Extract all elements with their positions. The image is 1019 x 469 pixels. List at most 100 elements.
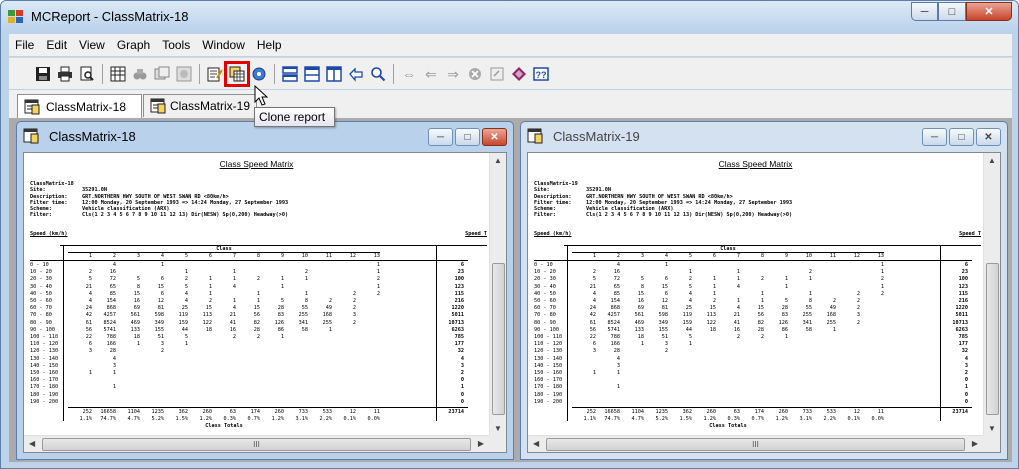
meta-key: Filter: bbox=[534, 212, 556, 219]
print-preview-icon[interactable] bbox=[77, 64, 97, 84]
scroll-right-icon[interactable]: ▶ bbox=[972, 439, 978, 448]
scroll-up-icon[interactable]: ▲ bbox=[494, 156, 502, 165]
speed-label: Speed (km/h) bbox=[534, 231, 572, 237]
menu-tools[interactable]: Tools bbox=[156, 38, 196, 52]
copy-icon[interactable] bbox=[152, 64, 172, 84]
find-icon[interactable] bbox=[130, 64, 150, 84]
matrix-cell: 5741 bbox=[607, 326, 621, 333]
scroll-thumb[interactable] bbox=[492, 263, 505, 415]
horizontal-scrollbar[interactable]: ◀ III ▶ bbox=[528, 435, 983, 452]
menu-file[interactable]: File bbox=[9, 38, 40, 52]
menu-help[interactable]: Help bbox=[251, 38, 288, 52]
matrix-cell: 4 bbox=[616, 262, 620, 268]
class-total: 260 bbox=[706, 409, 716, 415]
scroll-left-icon[interactable]: ◀ bbox=[533, 439, 539, 448]
stop-icon[interactable] bbox=[465, 64, 485, 84]
close-button[interactable]: ✕ bbox=[976, 128, 1001, 146]
horizontal-scrollbar[interactable]: ◀ III ▶ bbox=[24, 435, 489, 452]
matrix-cell: 341 bbox=[802, 319, 812, 326]
close-button[interactable]: ✕ bbox=[482, 128, 507, 146]
matrix-cell: 2 bbox=[832, 298, 836, 304]
matrix-cell: 8 bbox=[808, 298, 812, 304]
minimize-button[interactable]: ─ bbox=[911, 2, 938, 21]
double-arrow-icon[interactable]: ⇔ bbox=[399, 64, 419, 84]
speed-range: 0 - 10 bbox=[534, 262, 553, 268]
class-percent: 5.2% bbox=[655, 416, 669, 422]
menu-graph[interactable]: Graph bbox=[111, 38, 156, 52]
disabled-icon[interactable] bbox=[174, 64, 194, 84]
matrix-cell: 3 bbox=[616, 362, 620, 369]
meta-value: GRT.NORTHERN HWY SOUTH OF WEST SWAN RD <… bbox=[82, 193, 229, 200]
print-icon[interactable] bbox=[55, 64, 75, 84]
clone-report-icon[interactable] bbox=[224, 60, 250, 87]
columns-icon[interactable] bbox=[324, 64, 344, 84]
row-total: 0 bbox=[460, 377, 464, 384]
maximize-button[interactable]: □ bbox=[949, 128, 974, 146]
zoom-icon[interactable] bbox=[368, 64, 388, 84]
child-window-controls: ─ □ ✕ bbox=[920, 128, 1001, 146]
export-icon[interactable] bbox=[487, 64, 507, 84]
matrix-cell: 2 bbox=[856, 298, 860, 304]
resize-grip[interactable] bbox=[983, 435, 1000, 452]
class-total: 11 bbox=[877, 409, 884, 415]
app-window: MCReport - ClassMatrix-18 ─ □ ✕ File Edi… bbox=[0, 0, 1019, 469]
vertical-scrollbar[interactable]: ▲ ▼ bbox=[489, 153, 506, 435]
title-bar[interactable]: MCReport - ClassMatrix-18 ─ □ ✕ bbox=[1, 1, 1018, 33]
matrix-cell: 4257 bbox=[607, 312, 621, 319]
menu-window[interactable]: Window bbox=[196, 38, 251, 52]
matrix-cell: 6 bbox=[160, 276, 164, 283]
tile-vertical-icon[interactable] bbox=[302, 64, 322, 84]
toolbar-separator bbox=[393, 63, 394, 84]
scroll-left-icon[interactable]: ◀ bbox=[29, 439, 35, 448]
report-grid-icon[interactable] bbox=[108, 64, 128, 84]
matrix-cell: 5 bbox=[784, 298, 788, 304]
scroll-up-icon[interactable]: ▲ bbox=[988, 156, 996, 165]
matrix-cell: 1 bbox=[712, 283, 716, 290]
matrix-cell: 1 bbox=[160, 262, 164, 268]
properties-icon[interactable] bbox=[249, 64, 269, 84]
scroll-down-icon[interactable]: ▼ bbox=[494, 424, 502, 433]
row-total: 4 bbox=[964, 355, 968, 362]
vertical-scrollbar[interactable]: ▲ ▼ bbox=[983, 153, 1000, 435]
meta-line: Filter: Cls(1 2 3 4 5 6 7 8 9 10 11 12 13… bbox=[30, 212, 288, 218]
maximize-button[interactable]: □ bbox=[938, 2, 966, 21]
report-meta: ClassMatrix-18 Site: 35291.0N Description: G… bbox=[30, 181, 288, 219]
matrix-cell: 4 bbox=[232, 305, 236, 312]
matrix-cell: 2 bbox=[856, 305, 860, 312]
help-icon[interactable]: ?? bbox=[531, 64, 551, 84]
resize-grip[interactable] bbox=[489, 435, 506, 452]
arrow-right-icon[interactable]: ⇒ bbox=[443, 64, 463, 84]
report-page[interactable]: Class Speed Matrix ClassMatrix-18 Site: 352… bbox=[24, 153, 489, 435]
arrow-left-icon[interactable]: ⇐ bbox=[421, 64, 441, 84]
menu-view[interactable]: View bbox=[73, 38, 111, 52]
child-title-bar[interactable]: ClassMatrix-19 ─ □ ✕ bbox=[521, 122, 1007, 152]
matrix-cell: 55 bbox=[805, 305, 812, 312]
report-page[interactable]: Class Speed Matrix ClassMatrix-19 Site: 352… bbox=[528, 153, 983, 435]
menu-edit[interactable]: Edit bbox=[40, 38, 73, 52]
maximize-button[interactable]: □ bbox=[455, 128, 480, 146]
bookmark-icon[interactable] bbox=[509, 64, 529, 84]
class-percent: 4.7% bbox=[127, 416, 141, 422]
class-percent: 0.1% bbox=[343, 416, 357, 422]
scroll-right-icon[interactable]: ▶ bbox=[478, 439, 484, 448]
scroll-down-icon[interactable]: ▼ bbox=[988, 424, 996, 433]
row-total: 6263 bbox=[451, 326, 465, 333]
row-total: 2 bbox=[460, 370, 464, 376]
edit-report-icon[interactable] bbox=[205, 64, 225, 84]
scroll-thumb[interactable] bbox=[986, 263, 999, 415]
tile-horizontal-icon[interactable] bbox=[280, 64, 300, 84]
minimize-button[interactable]: ─ bbox=[922, 128, 947, 146]
tab-classmatrix-19[interactable]: ClassMatrix-19 bbox=[143, 94, 257, 117]
minimize-button[interactable]: ─ bbox=[428, 128, 453, 146]
scroll-thumb[interactable]: III bbox=[546, 438, 965, 451]
matrix-cell: 69 bbox=[637, 305, 644, 312]
matrix-cell: 5 bbox=[184, 334, 188, 340]
report-window-classmatrix-18[interactable]: ClassMatrix-18 ─ □ ✕ Class Speed Matrix C… bbox=[16, 121, 514, 460]
close-button[interactable]: ✕ bbox=[966, 2, 1012, 21]
column-header: 11 bbox=[325, 253, 332, 259]
scroll-thumb[interactable]: III bbox=[42, 438, 471, 451]
back-icon[interactable] bbox=[346, 64, 366, 84]
report-window-classmatrix-19[interactable]: ClassMatrix-19 ─ □ ✕ Class Speed Matrix C… bbox=[520, 121, 1008, 460]
tab-classmatrix-18[interactable]: ClassMatrix-18 bbox=[17, 94, 142, 118]
save-icon[interactable] bbox=[33, 64, 53, 84]
